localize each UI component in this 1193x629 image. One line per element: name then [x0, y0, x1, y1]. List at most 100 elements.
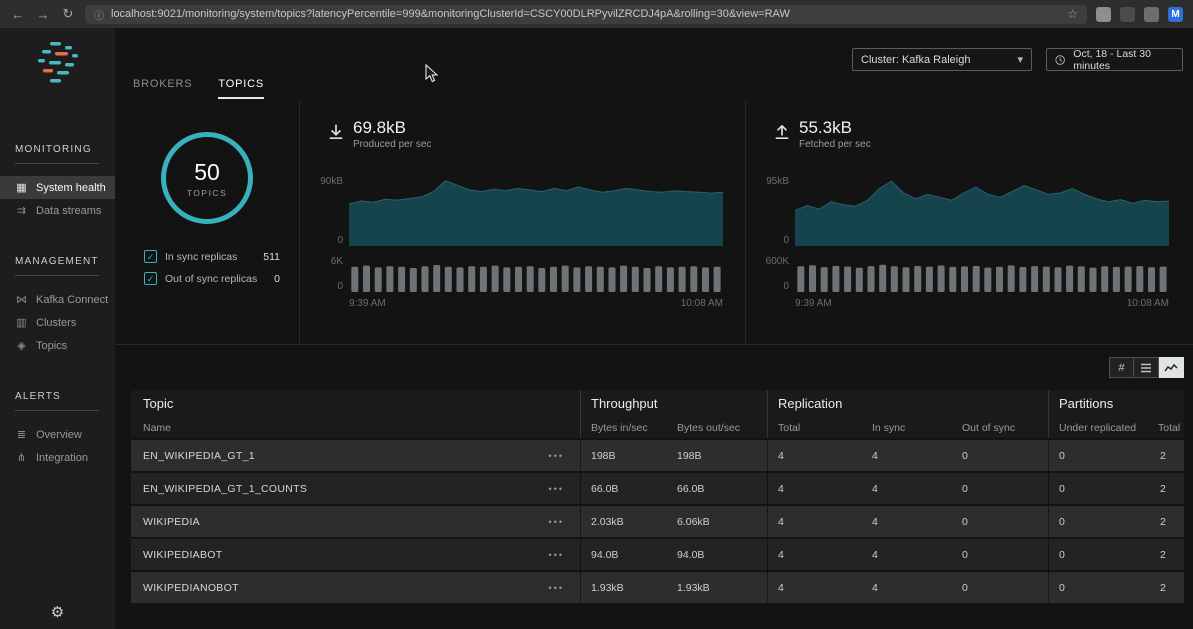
sidebar-item-clusters[interactable]: ▥ Clusters [0, 311, 115, 334]
overview-icon: ≣ [15, 428, 28, 441]
table-row[interactable]: EN_WIKIPEDIA_GT_1_COUNTS ••• 66.0B 66.0B… [131, 473, 1184, 504]
row-menu-icon[interactable]: ••• [549, 583, 564, 593]
sidebar-item-kafka-connect[interactable]: ⋈ Kafka Connect [0, 288, 115, 311]
fetched-chart-header: 55.3kB Fetched per sec [773, 118, 871, 150]
repl-total-cell: 4 [767, 572, 862, 603]
integration-icon: ⋔ [15, 451, 28, 464]
sidebar-item-label: Overview [36, 429, 82, 441]
table-row[interactable]: EN_WIKIPEDIA_GT_1 ••• 198B 198B 4 4 0 0 … [131, 440, 1184, 471]
out-of-sync-cell: 0 [952, 506, 1048, 537]
extension-icon[interactable] [1096, 7, 1111, 22]
chart-divider [745, 100, 746, 344]
chart-view-button[interactable] [1159, 357, 1184, 378]
out-of-sync-cell: 0 [952, 539, 1048, 570]
table-row[interactable]: WIKIPEDIA ••• 2.03kB 6.06kB 4 4 0 0 2 [131, 506, 1184, 537]
repl-total-cell: 4 [767, 539, 862, 570]
tab-brokers[interactable]: BROKERS [133, 78, 192, 99]
data-streams-icon: ⇉ [15, 204, 28, 217]
table-view-toggles: # [1109, 357, 1184, 378]
info-icon[interactable]: ⓘ [94, 7, 104, 22]
x-axis-start: 9:39 AM [795, 298, 832, 309]
checkbox-icon[interactable]: ✓ [144, 272, 157, 285]
section-heading-monitoring: MONITORING [15, 144, 99, 164]
url-bar[interactable]: ⓘ localhost:9021/monitoring/system/topic… [85, 5, 1087, 24]
produced-chart-header: 69.8kB Produced per sec [327, 118, 431, 150]
section-heading-alerts: ALERTS [15, 391, 99, 411]
fetched-area-chart [795, 176, 1169, 246]
in-sync-cell: 4 [862, 440, 952, 471]
overview-section: 50 TOPICS ✓ In sync replicas 511 ✓ Out o… [115, 100, 1193, 345]
checkbox-icon[interactable]: ✓ [144, 250, 157, 263]
time-range-selector[interactable]: Oct, 18 - Last 30 minutes [1046, 48, 1183, 71]
y-axis: 95kB 0 [757, 176, 795, 246]
sidebar-item-label: Kafka Connect [36, 294, 108, 306]
under-replicated-cell: 0 [1048, 572, 1148, 603]
bytes-out-cell: 1.93kB [667, 572, 767, 603]
out-of-sync-cell: 0 [952, 440, 1048, 471]
number-view-button[interactable]: # [1109, 357, 1134, 378]
upload-arrow-icon [773, 123, 791, 141]
clusters-icon: ▥ [15, 316, 28, 329]
under-replicated-cell: 0 [1048, 539, 1148, 570]
extension-m-icon[interactable]: M [1168, 7, 1183, 22]
extension-icon[interactable] [1144, 7, 1159, 22]
topic-name: WIKIPEDIABOT [143, 549, 222, 561]
topic-name: WIKIPEDIANOBOT [143, 582, 239, 594]
produced-chart: 69.8kB Produced per sec 90kB 0 6K 0 [311, 114, 743, 342]
out-of-sync-replicas-row: ✓ Out of sync replicas 0 [144, 270, 280, 287]
col-repl-total: Total [767, 417, 862, 438]
extension-icon[interactable] [1120, 7, 1135, 22]
row-menu-icon[interactable]: ••• [549, 451, 564, 461]
url-text: localhost:9021/monitoring/system/topics?… [111, 8, 1060, 20]
cluster-selector[interactable]: Cluster: Kafka Raleigh ▾ [852, 48, 1032, 71]
y-axis-max: 90kB [320, 176, 343, 187]
cluster-selector-label: Cluster: Kafka Raleigh [861, 54, 970, 66]
bytes-out-cell: 198B [667, 440, 767, 471]
produced-area-chart [349, 176, 723, 246]
bookmark-star-icon[interactable]: ☆ [1067, 7, 1078, 21]
row-menu-icon[interactable]: ••• [549, 484, 564, 494]
under-replicated-cell: 0 [1048, 440, 1148, 471]
topic-name-cell: EN_WIKIPEDIA_GT_1_COUNTS ••• [131, 473, 580, 504]
section-heading-management: MANAGEMENT [15, 256, 99, 276]
y-axis-max: 6K [331, 256, 343, 267]
row-menu-icon[interactable]: ••• [549, 517, 564, 527]
topic-name: EN_WIKIPEDIA_GT_1 [143, 450, 255, 462]
y-axis-secondary: 6K 0 [311, 256, 349, 292]
sidebar-item-label: System health [36, 182, 106, 194]
replica-checks: ✓ In sync replicas 511 ✓ Out of sync rep… [144, 248, 280, 287]
table-column-header: Name Bytes in/sec Bytes out/sec Total In… [131, 417, 1184, 438]
x-axis-start: 9:39 AM [349, 298, 386, 309]
row-menu-icon[interactable]: ••• [549, 550, 564, 560]
bytes-in-cell: 198B [580, 440, 667, 471]
col-bytes-in: Bytes in/sec [580, 417, 667, 438]
sidebar-item-system-health[interactable]: ▦ System health [0, 176, 115, 199]
forward-icon[interactable]: → [35, 7, 51, 22]
fetched-chart: 55.3kB Fetched per sec 95kB 0 600K 0 [757, 114, 1189, 342]
sidebar-item-topics[interactable]: ◈ Topics [0, 334, 115, 357]
sidebar-item-data-streams[interactable]: ⇉ Data streams [0, 199, 115, 222]
topic-name: EN_WIKIPEDIA_GT_1_COUNTS [143, 483, 307, 495]
bytes-in-cell: 2.03kB [580, 506, 667, 537]
back-icon[interactable]: ← [10, 7, 26, 22]
repl-total-cell: 4 [767, 506, 862, 537]
reload-icon[interactable]: ↻ [60, 6, 76, 22]
list-view-button[interactable] [1134, 357, 1159, 378]
fetched-label: Fetched per sec [799, 139, 871, 150]
x-axis-end: 10:08 AM [1127, 298, 1169, 309]
sidebar-item-integration[interactable]: ⋔ Integration [0, 446, 115, 469]
topic-name-cell: WIKIPEDIANOBOT ••• [131, 572, 580, 603]
topic-name-cell: WIKIPEDIA ••• [131, 506, 580, 537]
sidebar-item-overview[interactable]: ≣ Overview [0, 423, 115, 446]
tab-topics[interactable]: TOPICS [218, 78, 264, 99]
topic-name-cell: EN_WIKIPEDIA_GT_1 ••• [131, 440, 580, 471]
in-sync-replicas-row: ✓ In sync replicas 511 [144, 248, 280, 265]
app-logo-icon [34, 40, 82, 86]
bytes-out-cell: 66.0B [667, 473, 767, 504]
settings-gear-icon[interactable]: ⚙ [0, 603, 115, 621]
view-tabs: BROKERS TOPICS [133, 78, 264, 99]
main-panel: BROKERS TOPICS Cluster: Kafka Raleigh ▾ … [115, 28, 1193, 629]
check-label: In sync replicas [165, 251, 255, 263]
table-row[interactable]: WIKIPEDIABOT ••• 94.0B 94.0B 4 4 0 0 2 [131, 539, 1184, 570]
table-row[interactable]: WIKIPEDIANOBOT ••• 1.93kB 1.93kB 4 4 0 0… [131, 572, 1184, 603]
